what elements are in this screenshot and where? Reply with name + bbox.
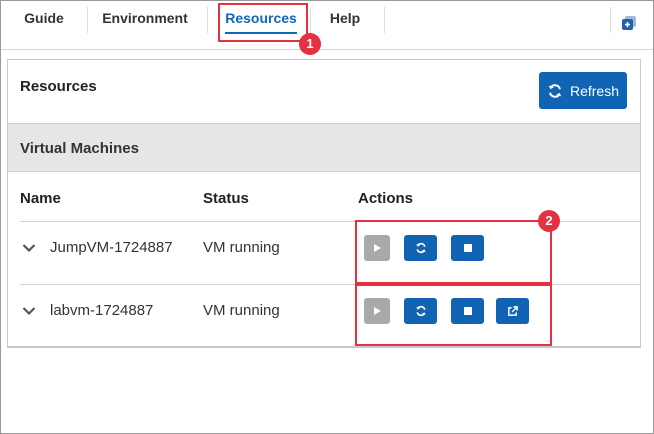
tab-guide[interactable]: Guide [13, 1, 75, 35]
refresh-icon [548, 83, 562, 98]
vm-status: VM running [203, 239, 280, 256]
refresh-button[interactable]: Refresh [539, 72, 627, 109]
vm-name: JumpVM-1724887 [50, 239, 173, 256]
refresh-button-label: Refresh [569, 82, 620, 99]
tab-divider [207, 7, 208, 33]
column-header-status: Status [203, 190, 249, 207]
tab-help[interactable]: Help [317, 1, 373, 35]
callout-box-actions-row-1 [355, 220, 552, 284]
callout-badge-1: 1 [299, 33, 321, 55]
popout-window-icon[interactable] [621, 15, 637, 31]
tab-divider [384, 7, 385, 33]
chevron-down-icon[interactable] [22, 243, 36, 253]
virtual-machines-header: Virtual Machines [8, 123, 640, 172]
tab-environment[interactable]: Environment [95, 1, 195, 35]
tab-divider [87, 7, 88, 33]
tab-divider [610, 7, 611, 33]
column-header-name: Name [20, 190, 61, 207]
chevron-down-icon[interactable] [22, 306, 36, 316]
tab-divider [310, 7, 311, 33]
section-title: Virtual Machines [20, 140, 139, 157]
callout-box-resources-tab [218, 3, 308, 42]
callout-badge-2: 2 [538, 210, 560, 232]
callout-box-actions-row-2 [355, 284, 552, 346]
vm-name: labvm-1724887 [50, 302, 154, 319]
vm-status: VM running [203, 302, 280, 319]
panel-title: Resources [20, 78, 97, 95]
column-header-actions: Actions [358, 190, 414, 207]
tab-bar: Guide Environment Resources Help [1, 1, 653, 50]
row-divider [8, 346, 640, 347]
